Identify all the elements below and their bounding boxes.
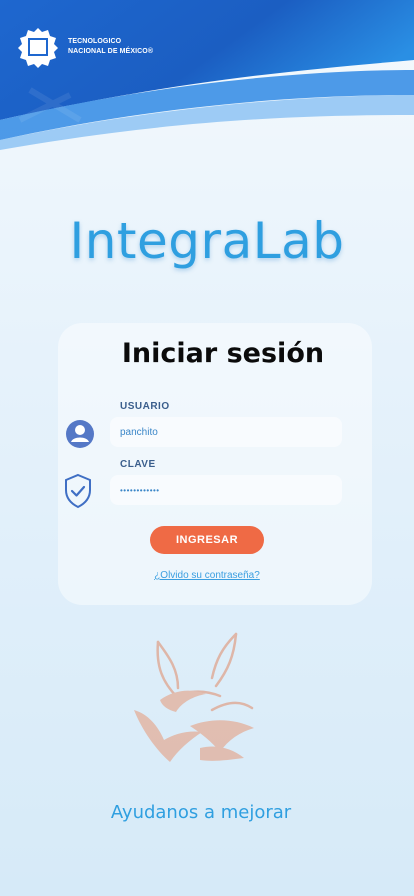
logo-line-1: TECNOLOGICO (68, 38, 122, 45)
mascot-logo-icon (134, 632, 254, 762)
username-input[interactable] (110, 417, 342, 447)
tecnm-logo: TECNOLOGICO NACIONAL DE MÉXICO® (18, 26, 153, 68)
login-title: Iniciar sesión (121, 338, 325, 369)
forgot-password-link[interactable]: ¿Olvido su contraseña? (0, 570, 414, 581)
login-submit-button[interactable]: INGRESAR (150, 526, 264, 554)
app-title: IntegraLab (69, 212, 345, 270)
shield-check-icon (65, 473, 91, 509)
tecnm-emblem-icon (18, 28, 58, 68)
username-label: USUARIO (120, 401, 170, 412)
logo-line-2: NACIONAL DE MÉXICO® (68, 48, 154, 55)
password-label: CLAVE (120, 459, 156, 470)
user-icon (66, 420, 94, 448)
password-input[interactable] (110, 475, 342, 505)
feedback-link[interactable]: Ayudanos a mejorar (0, 802, 402, 823)
